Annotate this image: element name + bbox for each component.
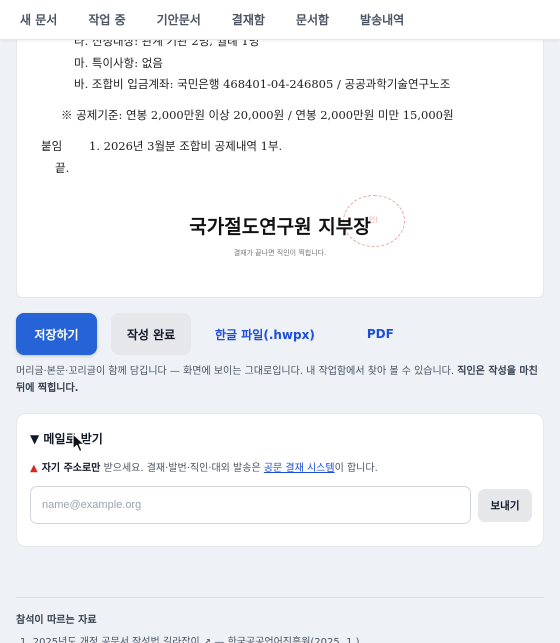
mouse-cursor-icon (72, 433, 86, 453)
document-item-special-notes: 마. 특이사항: 없음 (74, 56, 163, 70)
mail-note-text: 받으세요. 결재·발번·직인·대외 발송은 (100, 463, 264, 474)
send-button[interactable]: 보내기 (478, 489, 532, 522)
email-input[interactable] (30, 486, 471, 524)
section-divider (16, 597, 544, 598)
signer-title: 국가절도연구원 지부장 (189, 216, 371, 238)
mail-note-tail: 이 합니다. (334, 463, 378, 474)
action-bar: 저장하기 작성 완료 한글 파일(.hwpx) PDF (16, 313, 394, 355)
nav-in-progress[interactable]: 작업 중 (88, 11, 125, 28)
save-button[interactable]: 저장하기 (16, 313, 97, 355)
mail-section-toggle[interactable]: ▼ 메일로 받기 (30, 430, 103, 447)
download-hwpx-link[interactable]: 한글 파일(.hwpx) (215, 326, 315, 343)
document-end-mark: 끝. (55, 161, 70, 175)
download-pdf-link[interactable]: PDF (367, 327, 394, 341)
nav-approvals[interactable]: 결재함 (232, 11, 265, 28)
help-text: 머리글·본문·꼬리글이 함께 담깁니다 — 화면에 보이는 그대로입니다. 내 … (16, 363, 546, 397)
reference-item[interactable]: 1. 2025년도 개정 공문서 작성법 길라잡이 ↗ — 한국공공언어진흥원(… (20, 633, 360, 643)
document-item-bank-account: 바. 조합비 입금계좌: 국민은행 468401-04-246805 / 공공과… (74, 77, 451, 91)
help-text-body: 머리글·본문·꼬리글이 함께 담깁니다 — 화면에 보이는 그대로입니다. 내 … (16, 366, 458, 377)
mail-note: ▲ 자기 주소로만 받으세요. 결재·발번·직인·대외 발송은 공문 결재 시스템… (30, 459, 378, 474)
document-deduction-note: ※ 공제기준: 연봉 2,000만원 이상 20,000원 / 연봉 2,000… (61, 108, 454, 122)
document-preview: 라. 신청대상: 관계 기관 2명, 월례 1명 마. 특이사항: 없음 바. … (16, 0, 544, 298)
mail-note-bold: 자기 주소로만 (41, 463, 101, 474)
document-attachment-label: 붙임 (41, 139, 63, 153)
nav-drafts[interactable]: 기안문서 (157, 11, 201, 28)
top-nav: 새 문서 작업 중 기안문서 결재함 문서함 발송내역 (0, 0, 560, 40)
document-attachment-item: 1. 2026년 3월분 조합비 공제내역 1부. (89, 139, 283, 153)
nav-new-document[interactable]: 새 문서 (20, 11, 57, 28)
complete-button[interactable]: 작성 완료 (111, 313, 191, 355)
nav-documents[interactable]: 문서함 (296, 11, 329, 28)
mail-card: ▼ 메일로 받기 ▲ 자기 주소로만 받으세요. 결재·발번·직인·대외 발송은 … (16, 413, 544, 547)
signer-note: 결재가 끝나면 직인이 찍힙니다. (233, 249, 327, 257)
nav-sent-history[interactable]: 발송내역 (360, 11, 404, 28)
warning-icon: ▲ (30, 463, 38, 474)
approval-system-link[interactable]: 공문 결재 시스템 (264, 463, 335, 474)
references-title: 참석이 따르는 자료 (16, 615, 97, 626)
